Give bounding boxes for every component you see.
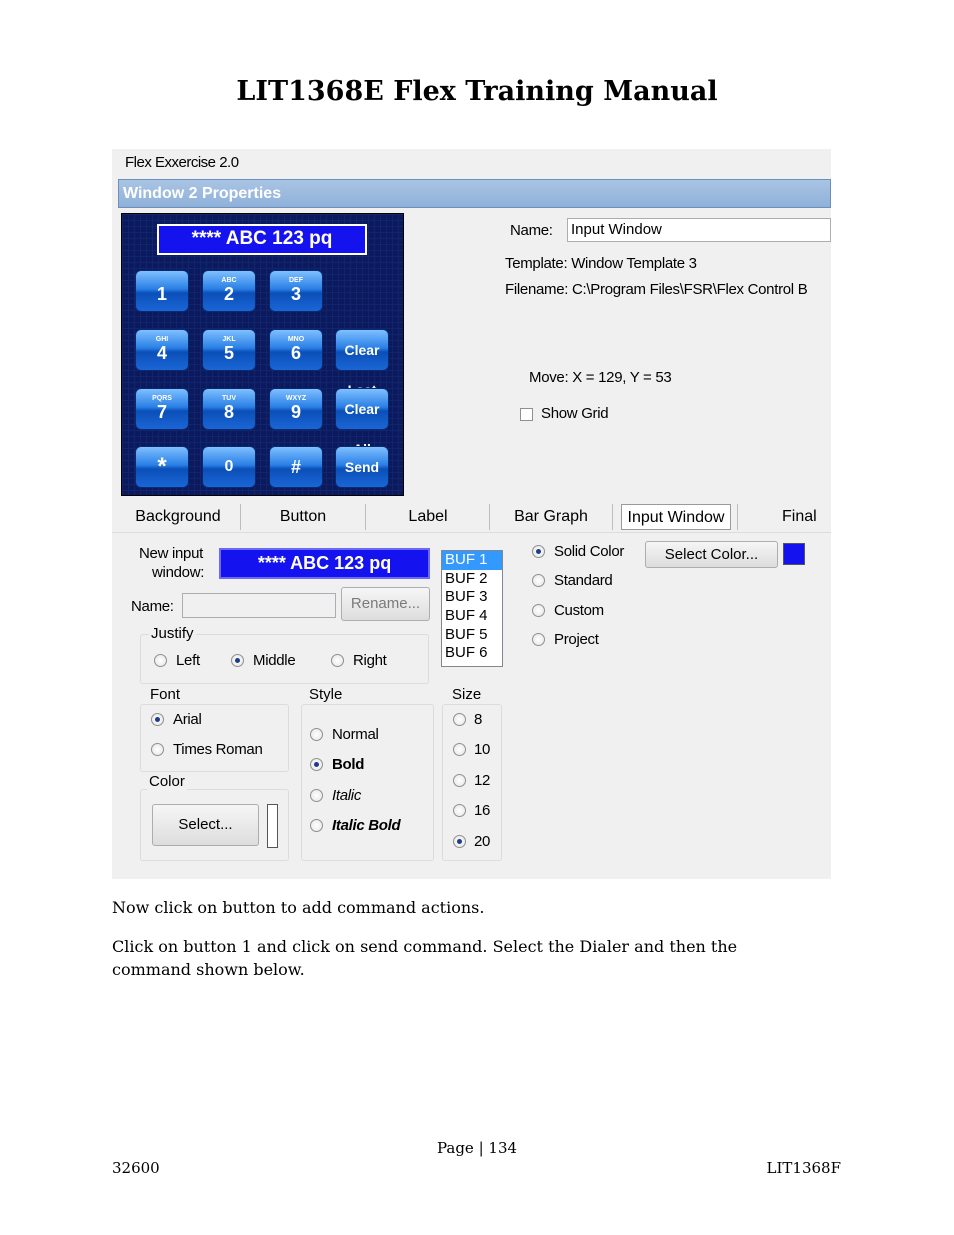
- style-italic-bold-label: Italic Bold: [332, 817, 401, 834]
- justify-middle-label: Middle: [253, 652, 296, 669]
- keypad-button-9[interactable]: WXYZ 9: [269, 388, 323, 430]
- show-grid-checkbox[interactable]: [520, 408, 533, 421]
- font-times-radio[interactable]: [151, 743, 164, 756]
- app-screenshot: Flex Exxercise 2.0 Window 2 Properties *…: [112, 149, 831, 879]
- new-input-label-2: window:: [152, 564, 205, 581]
- buffer-item[interactable]: BUF 6: [442, 644, 502, 663]
- document-title: LIT1368E Flex Training Manual: [236, 76, 718, 107]
- show-grid-label: Show Grid: [541, 405, 609, 422]
- keypad-button-hash[interactable]: #: [269, 446, 323, 488]
- rename-button[interactable]: Rename...: [341, 587, 430, 621]
- keypad-button-3[interactable]: DEF 3: [269, 270, 323, 312]
- keypad-button-5[interactable]: JKL 5: [202, 329, 256, 371]
- move-coordinates: Move: X = 129, Y = 53: [529, 369, 672, 386]
- footer-left: 32600: [112, 1159, 160, 1177]
- style-bold-label: Bold: [332, 756, 365, 773]
- justify-middle-radio[interactable]: [231, 654, 244, 667]
- new-input-label: New input: [139, 545, 204, 562]
- style-italic-radio[interactable]: [310, 789, 323, 802]
- font-times-label: Times Roman: [173, 741, 263, 758]
- size-8-radio[interactable]: [453, 713, 466, 726]
- style-italic-label: Italic: [332, 787, 362, 804]
- input-window-name-field[interactable]: [182, 593, 336, 618]
- size-20-label: 20: [474, 833, 491, 850]
- size-10-label: 10: [474, 741, 491, 758]
- tab-label[interactable]: Label: [377, 504, 479, 530]
- style-italic-bold-radio[interactable]: [310, 819, 323, 832]
- justify-right-label: Right: [353, 652, 387, 669]
- style-title: Style: [307, 686, 345, 703]
- page-number: Page | 134: [436, 1139, 518, 1157]
- properties-header: Window 2 Properties: [118, 179, 831, 208]
- color-swatch: [783, 543, 805, 565]
- buffer-item[interactable]: BUF 3: [442, 588, 502, 607]
- buffer-item[interactable]: BUF 5: [442, 626, 502, 645]
- solid-color-radio[interactable]: [532, 545, 545, 558]
- name-label: Name:: [510, 222, 553, 239]
- window-name-field[interactable]: Input Window: [567, 218, 831, 242]
- input-window-preview: **** ABC 123 pq: [219, 548, 430, 579]
- solid-color-label: Solid Color: [554, 543, 625, 560]
- keypad-button-2[interactable]: ABC 2: [202, 270, 256, 312]
- size-16-label: 16: [474, 802, 491, 819]
- style-normal-radio[interactable]: [310, 728, 323, 741]
- style-bold-radio[interactable]: [310, 758, 323, 771]
- tab-bar-graph[interactable]: Bar Graph: [501, 504, 601, 530]
- size-20-radio[interactable]: [453, 835, 466, 848]
- buffer-item[interactable]: BUF 2: [442, 570, 502, 589]
- custom-label: Custom: [554, 602, 604, 619]
- font-arial-radio[interactable]: [151, 713, 164, 726]
- tab-input-window[interactable]: Input Window: [621, 504, 731, 530]
- size-16-radio[interactable]: [453, 804, 466, 817]
- keypad-display: **** ABC 123 pq: [157, 224, 367, 255]
- tab-button[interactable]: Button: [252, 504, 354, 530]
- keypad-send-button[interactable]: Send: [335, 446, 389, 488]
- font-color-select-button[interactable]: Select...: [152, 804, 259, 846]
- size-title: Size: [450, 686, 484, 703]
- tab-final[interactable]: Final: [752, 504, 831, 530]
- standard-radio[interactable]: [532, 574, 545, 587]
- keypad-button-7[interactable]: PQRS 7: [135, 388, 189, 430]
- keypad-preview[interactable]: **** ABC 123 pq 1 ABC 2 DEF 3 GHI 4 JKL 5 MN…: [121, 213, 404, 496]
- size-8-label: 8: [474, 711, 483, 728]
- project-label: Project: [554, 631, 599, 648]
- keypad-button-star[interactable]: *: [135, 446, 189, 488]
- property-tabs: Background Button Label Bar Graph Input …: [112, 500, 831, 533]
- font-title: Font: [148, 686, 183, 703]
- standard-label: Standard: [554, 572, 613, 589]
- project-radio[interactable]: [532, 633, 545, 646]
- buffer-list[interactable]: BUF 1 BUF 2 BUF 3 BUF 4 BUF 5 BUF 6: [441, 550, 503, 667]
- size-12-label: 12: [474, 772, 491, 789]
- justify-title: Justify: [149, 625, 196, 642]
- style-normal-label: Normal: [332, 726, 379, 743]
- justify-right-radio[interactable]: [331, 654, 344, 667]
- size-10-radio[interactable]: [453, 743, 466, 756]
- name-label-2: Name:: [131, 598, 174, 615]
- keypad-clear-all-button[interactable]: Clear All: [335, 388, 389, 457]
- keypad-button-0[interactable]: 0: [202, 446, 256, 488]
- color-title: Color: [147, 773, 187, 790]
- template-text: Template: Window Template 3: [505, 255, 697, 272]
- keypad-button-4[interactable]: GHI 4: [135, 329, 189, 371]
- keypad-button-8[interactable]: TUV 8: [202, 388, 256, 430]
- keypad-button-1[interactable]: 1: [135, 270, 189, 312]
- instruction-paragraph-1: Now click on button to add command actio…: [112, 898, 485, 917]
- app-title: Flex Exxercise 2.0: [125, 154, 239, 171]
- size-group: [442, 704, 502, 861]
- keypad-clear-last-button[interactable]: Clear Last: [335, 329, 389, 398]
- instruction-paragraph-2: Click on button 1 and click on send comm…: [112, 937, 738, 979]
- footer-right: LIT1368F: [766, 1159, 841, 1177]
- font-arial-label: Arial: [173, 711, 202, 728]
- justify-left-radio[interactable]: [154, 654, 167, 667]
- buffer-item[interactable]: BUF 1: [442, 551, 502, 570]
- custom-radio[interactable]: [532, 604, 545, 617]
- font-color-swatch: [267, 804, 278, 848]
- buffer-item[interactable]: BUF 4: [442, 607, 502, 626]
- keypad-button-6[interactable]: MNO 6: [269, 329, 323, 371]
- select-color-button[interactable]: Select Color...: [645, 541, 778, 568]
- filename-text: Filename: C:\Program Files\FSR\Flex Cont…: [505, 281, 808, 298]
- tab-background[interactable]: Background: [129, 504, 227, 530]
- size-12-radio[interactable]: [453, 774, 466, 787]
- justify-left-label: Left: [176, 652, 200, 669]
